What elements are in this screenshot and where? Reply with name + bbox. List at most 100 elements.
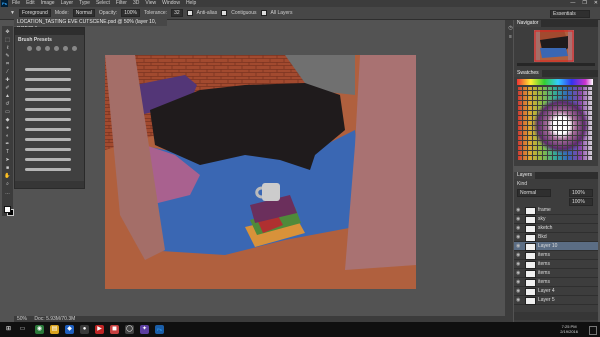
blur-tool-icon[interactable]: ●	[4, 125, 11, 131]
more-tools-icon[interactable]: …	[4, 190, 11, 196]
eye-icon[interactable]: ◉	[516, 261, 521, 267]
task-view-icon[interactable]: ▭	[18, 325, 27, 334]
hand-tool-icon[interactable]: ✋	[4, 173, 11, 179]
all-layers-checkbox[interactable]	[260, 10, 267, 16]
quick-select-tool-icon[interactable]: ✎	[4, 53, 11, 59]
windows-start-icon[interactable]: ⊞	[4, 325, 13, 334]
path-select-tool-icon[interactable]: ➤	[4, 157, 11, 163]
stamp-tool-icon[interactable]: ▲	[4, 93, 11, 99]
crop-tool-icon[interactable]: ⌗	[4, 61, 11, 67]
eye-icon[interactable]: ◉	[516, 216, 521, 222]
contiguous-checkbox[interactable]	[221, 10, 228, 16]
brush-tip-icon[interactable]	[36, 46, 41, 51]
brush-stroke-preview[interactable]	[25, 88, 71, 91]
brush-stroke-preview[interactable]	[25, 138, 71, 141]
menu-view[interactable]: View	[145, 0, 156, 7]
menu-window[interactable]: Window	[162, 0, 180, 7]
menu-filter[interactable]: Filter	[116, 0, 127, 7]
panel-header[interactable]	[15, 28, 84, 35]
red-app-icon[interactable]: ▶	[95, 325, 104, 334]
eyedropper-tool-icon[interactable]: ⁄	[4, 69, 11, 75]
document-canvas[interactable]	[105, 55, 416, 289]
marquee-tool-icon[interactable]: ⬚	[4, 37, 11, 43]
system-clock[interactable]: 7:25 PM 2/19/2016	[560, 324, 578, 334]
brush-stroke-preview[interactable]	[25, 108, 71, 111]
close-button[interactable]: ✕	[594, 0, 598, 7]
brush-stroke-preview[interactable]	[25, 128, 71, 131]
layer-row[interactable]: ◉ Layer 5	[514, 296, 598, 305]
zoom-slider[interactable]	[517, 63, 595, 66]
brush-stroke-preview[interactable]	[25, 168, 71, 171]
eye-icon[interactable]: ◉	[516, 243, 521, 249]
brush-tip-icon[interactable]	[45, 46, 50, 51]
brush-stroke-preview[interactable]	[25, 68, 71, 71]
brush-stroke-preview[interactable]	[25, 158, 71, 161]
layer-row[interactable]: ◉ items	[514, 251, 598, 260]
steam-icon[interactable]: ●	[80, 325, 89, 334]
minimize-button[interactable]: —	[570, 0, 575, 7]
chrome-icon[interactable]: ◉	[35, 325, 44, 334]
swatch-row-primary[interactable]	[517, 79, 593, 85]
eye-icon[interactable]: ◉	[516, 207, 521, 213]
brush-stroke-preview[interactable]	[25, 98, 71, 101]
healing-tool-icon[interactable]: ✚	[4, 77, 11, 83]
layer-row-selected[interactable]: ◉ Layer 10	[514, 242, 598, 251]
paint-bucket-tool-icon[interactable]: ◆	[4, 117, 11, 123]
workspace-select[interactable]: Essentials	[550, 10, 590, 18]
history-panel-icon[interactable]: ◷	[507, 25, 514, 31]
dodge-tool-icon[interactable]: ◐	[4, 133, 11, 139]
history-brush-tool-icon[interactable]: ↺	[4, 101, 11, 107]
tab-layers[interactable]: Layers	[514, 172, 536, 179]
eye-icon[interactable]: ◉	[516, 279, 521, 285]
tab-navigator[interactable]: Navigator	[514, 20, 542, 27]
paint-bucket-icon[interactable]: ▼	[10, 7, 15, 19]
brush-tip-icon[interactable]	[54, 46, 59, 51]
notification-icon[interactable]	[589, 326, 597, 335]
menu-layer[interactable]: Layer	[61, 0, 74, 7]
brush-stroke-preview[interactable]	[25, 78, 71, 81]
brush-tip-icon[interactable]	[72, 46, 77, 51]
layer-filter-kind[interactable]: Kind	[517, 181, 527, 187]
eye-icon[interactable]: ◉	[516, 270, 521, 276]
layer-opacity-input[interactable]: 100%	[569, 189, 593, 197]
foreground-color-swatch[interactable]	[4, 206, 11, 213]
eraser-tool-icon[interactable]: ▭	[4, 109, 11, 115]
zoom-tool-icon[interactable]: ⌕	[4, 181, 11, 187]
photoshop-logo[interactable]: Ps	[1, 0, 8, 7]
fill-source-select[interactable]: Foreground	[18, 9, 51, 17]
shape-tool-icon[interactable]: ■	[4, 165, 11, 171]
eye-icon[interactable]: ◉	[516, 297, 521, 303]
document-tab[interactable]: LOCATION_TASTING EVE CUTSCENE.psd @ 50% …	[14, 19, 167, 32]
layer-fill-input[interactable]: 100%	[569, 198, 593, 206]
menu-edit[interactable]: Edit	[26, 0, 35, 7]
layer-row[interactable]: ◉ Layer 4	[514, 287, 598, 296]
layer-row[interactable]: ◉ frame	[514, 206, 598, 215]
file-explorer-icon[interactable]: ▤	[50, 325, 59, 334]
layer-row[interactable]: ◉ items	[514, 278, 598, 287]
swatch-grid[interactable]	[517, 87, 593, 161]
eye-icon[interactable]: ◉	[516, 252, 521, 258]
menu-3d[interactable]: 3D	[133, 0, 139, 7]
menu-type[interactable]: Type	[79, 0, 90, 7]
blend-mode-select[interactable]: Normal	[517, 189, 551, 197]
antialias-checkbox[interactable]	[186, 10, 193, 16]
menu-select[interactable]: Select	[96, 0, 110, 7]
brush-stroke-preview[interactable]	[25, 148, 71, 151]
brush-tool-icon[interactable]: ✐	[4, 85, 11, 91]
navigator-thumbnail[interactable]	[534, 30, 574, 62]
photoshop-taskbar-icon[interactable]: Ps	[155, 325, 164, 334]
layer-row[interactable]: ◉ sketch	[514, 224, 598, 233]
opacity-input[interactable]: 100%	[121, 9, 140, 17]
app-icon[interactable]: ◯	[125, 325, 134, 334]
layer-row[interactable]: ◉ items	[514, 260, 598, 269]
lasso-tool-icon[interactable]: ℓ	[4, 45, 11, 51]
app-icon[interactable]: ✦	[140, 325, 149, 334]
menu-image[interactable]: Image	[41, 0, 55, 7]
layer-row[interactable]: ◉ items	[514, 269, 598, 278]
brush-tip-icon[interactable]	[27, 46, 32, 51]
eye-icon[interactable]: ◉	[516, 234, 521, 240]
layer-row[interactable]: ◉ sky	[514, 215, 598, 224]
tab-swatches[interactable]: Swatches	[514, 70, 542, 77]
media-app-icon[interactable]: ◼	[110, 325, 119, 334]
move-tool-icon[interactable]: ✥	[4, 29, 11, 35]
